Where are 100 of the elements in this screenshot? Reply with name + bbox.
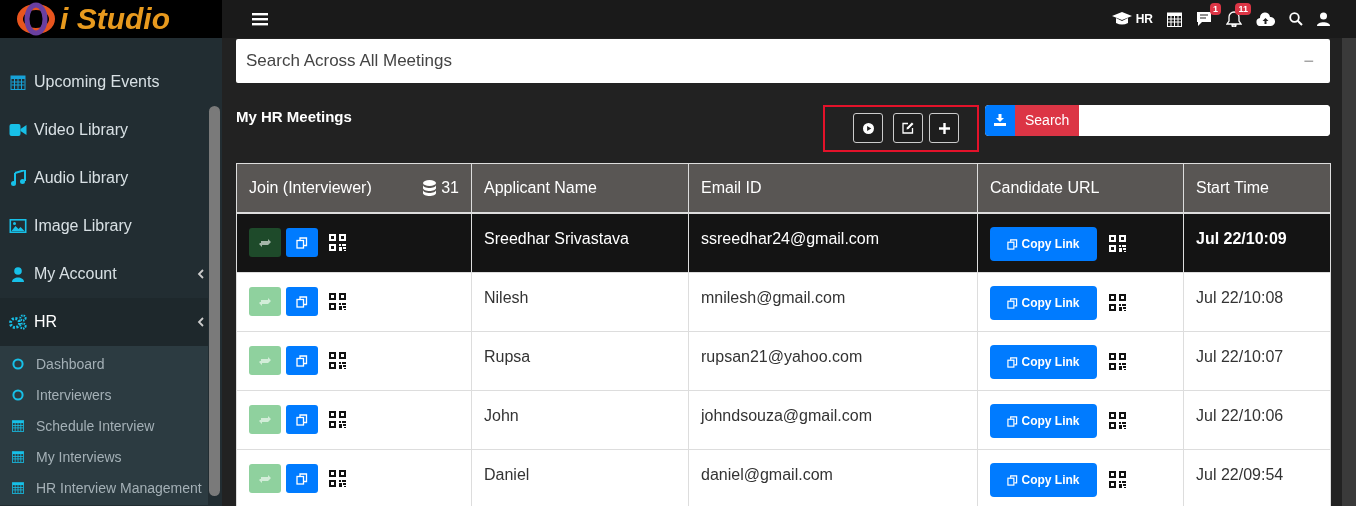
repeat-icon [259,355,271,366]
copy-icon [296,472,308,485]
submenu-label: My Interviews [36,448,122,465]
submenu-item[interactable]: Schedule Interview [0,410,208,441]
submenu-item[interactable]: My Interviews [0,441,208,472]
copy-link-button[interactable]: Copy Link [990,463,1097,497]
edit-button[interactable] [893,113,923,143]
copy-icon [1007,297,1019,309]
copy-button[interactable] [286,405,318,434]
qr-code-icon[interactable] [329,411,346,428]
sidebar-item[interactable]: Upcoming Events [0,58,208,106]
sidebar-item[interactable]: Video Library [0,106,208,154]
copy-button[interactable] [286,346,318,375]
database-icon [423,180,437,196]
table-row[interactable]: Nilesh mnilesh@gmail.com Copy Link Jul 22/10:08 [237,273,1331,332]
calendar-icon [9,74,27,90]
repeat-icon [259,296,271,307]
gears-icon [9,314,27,330]
qr-code-icon[interactable] [1109,235,1126,252]
copy-icon [1007,415,1019,427]
menu-icon[interactable] [252,12,268,26]
qr-code-icon[interactable] [329,234,346,251]
column-title: Start Time [1196,179,1269,197]
search-icon[interactable] [1289,12,1303,26]
copy-icon [296,354,308,367]
submenu-item[interactable]: HR Interview Management [0,472,208,503]
copy-link-button[interactable]: Copy Link [990,227,1097,261]
notification-count-badge: 11 [1235,3,1251,15]
play-icon [862,122,874,134]
table-cell: Daniel [472,450,689,506]
copy-link-button[interactable]: Copy Link [990,404,1097,438]
circle-icon [12,388,24,401]
copy-link-button[interactable]: Copy Link [990,345,1097,379]
music-note-icon [9,170,27,186]
chevron-left-icon [197,317,204,327]
edit-icon [902,122,914,134]
role-label: HR [1135,12,1153,26]
copy-button[interactable] [286,464,318,493]
copy-icon [1007,238,1019,250]
message-count-badge: 1 [1210,3,1221,15]
qr-code-icon[interactable] [1109,471,1126,488]
play-button[interactable] [853,113,883,143]
calendar-icon [12,419,24,432]
repeat-icon [259,414,271,425]
submenu-item[interactable]: Interviewers [0,379,208,410]
qr-code-icon[interactable] [329,293,346,310]
sidebar-label: HR [34,313,58,331]
sidebar-label: My Account [34,265,117,283]
column-title: Candidate URL [990,179,1100,197]
collapse-button[interactable]: − [1297,49,1320,73]
column-title: Email ID [701,179,762,197]
table-row[interactable]: Rupsa rupsan21@yahoo.com Copy Link Jul 22/10:07 [237,332,1331,391]
calendar-icon [12,481,24,494]
table-row[interactable]: Daniel daniel@gmail.com Copy Link Jul 22/09:54 [237,450,1331,506]
submenu-label: Dashboard [36,355,105,372]
table-row[interactable]: Sreedhar Srivastava ssreedhar24@gmail.com Copy Link Jul 22/10:09 [237,214,1331,273]
qr-code-icon[interactable] [329,352,346,369]
search-field[interactable]: Search [985,104,1330,136]
copy-link-button[interactable]: Copy Link [990,286,1097,320]
sidebar-item[interactable]: My Account [0,250,208,298]
table-row[interactable]: John johndsouza@gmail.com Copy Link Jul 22/10:06 [237,391,1331,450]
copy-button[interactable] [286,287,318,316]
sidebar-label: Upcoming Events [34,73,160,91]
copy-icon [1007,356,1019,368]
sidebar-label: Audio Library [34,169,129,187]
copy-button[interactable] [286,228,318,257]
repeat-icon [259,237,271,248]
bell-icon[interactable] [1226,11,1242,27]
add-button[interactable] [929,113,959,143]
search-button[interactable]: Search [1015,104,1080,136]
join-button[interactable] [249,228,281,257]
qr-code-icon[interactable] [329,470,346,487]
user-icon[interactable] [1317,12,1330,26]
submenu-item[interactable]: Dashboard [0,348,208,379]
ring-logo-icon [16,2,56,36]
submenu-label: HR Interview Management [36,479,202,496]
download-icon [994,114,1006,126]
sidebar-item[interactable]: Audio Library [0,154,208,202]
repeat-icon [259,473,271,484]
logo-text: i Studio [60,2,170,36]
sidebar-label: Video Library [34,121,128,139]
download-button[interactable] [985,104,1015,136]
section-title: My HR Meetings [236,107,352,125]
copy-icon [296,295,308,308]
submenu-label: Interviewers [36,386,112,403]
video-camera-icon [9,124,27,136]
qr-code-icon[interactable] [1109,412,1126,429]
calendar-icon [12,450,24,463]
scrollbar-thumb[interactable] [209,106,220,496]
sidebar-item[interactable]: Image Library [0,202,208,250]
sidebar-item[interactable]: HR [0,298,208,346]
column-title: Join (Interviewer) [249,179,372,197]
user-icon [9,266,27,282]
cloud-upload-icon[interactable] [1256,12,1275,26]
qr-code-icon[interactable] [1109,294,1126,311]
graduation-cap-icon[interactable] [1111,12,1132,26]
scrollbar-track[interactable] [1342,38,1356,506]
calendar-icon[interactable] [1167,11,1182,27]
chat-icon[interactable] [1196,11,1212,27]
qr-code-icon[interactable] [1109,353,1126,370]
